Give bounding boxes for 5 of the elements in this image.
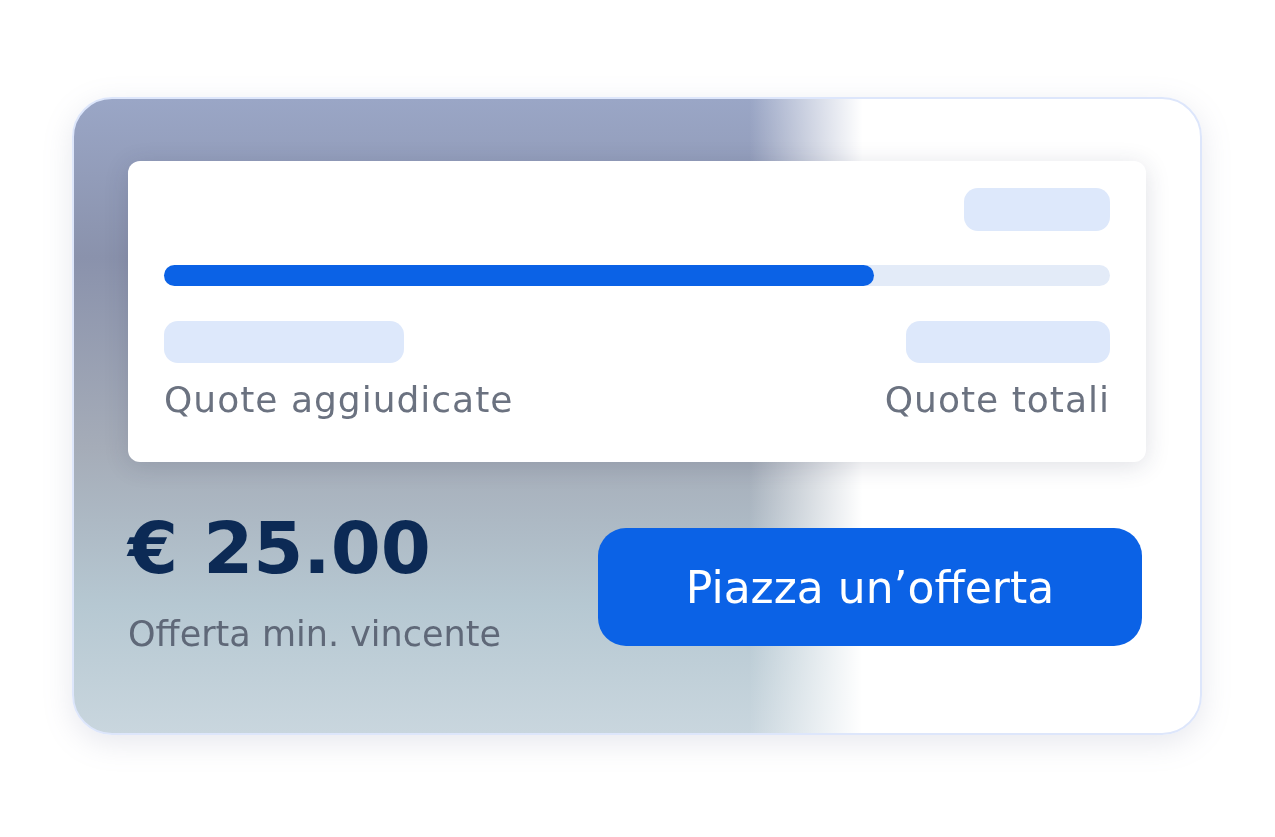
price-caption: Offerta min. vincente — [128, 614, 501, 654]
price: € 25.00 — [128, 512, 432, 584]
place-offer-button[interactable]: Piazza un’offerta — [598, 528, 1142, 646]
total-shares-label: Quote totali — [884, 379, 1110, 420]
awarded-shares-label: Quote aggiudicate — [164, 379, 514, 420]
